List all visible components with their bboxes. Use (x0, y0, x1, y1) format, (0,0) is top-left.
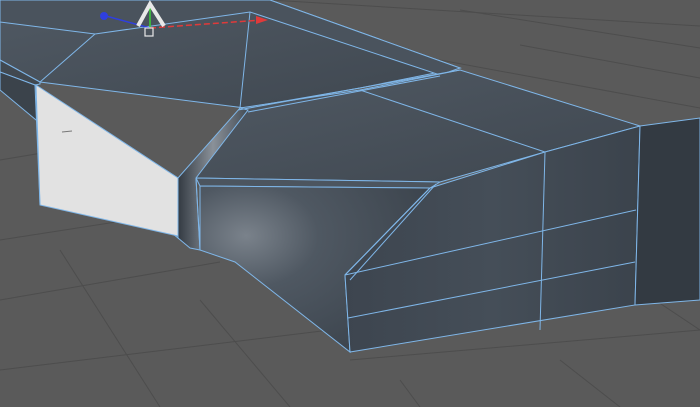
block-end-face[interactable] (634, 117, 700, 306)
3d-viewport[interactable] (0, 0, 700, 407)
gizmo-z-handle-icon[interactable] (100, 12, 108, 20)
